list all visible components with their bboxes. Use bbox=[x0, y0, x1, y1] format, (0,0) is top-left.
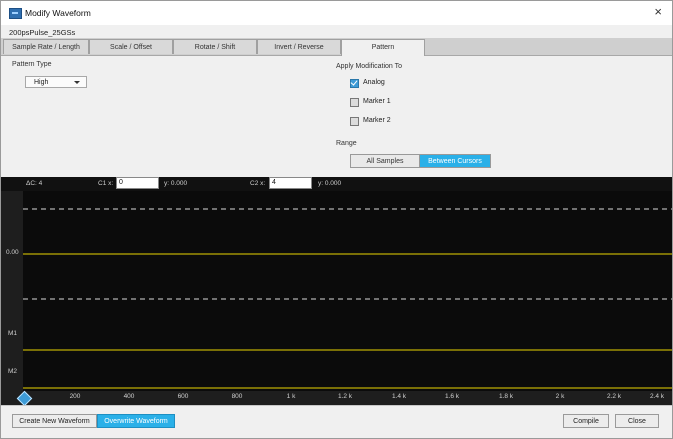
x-tick: 2 k bbox=[555, 393, 565, 400]
pattern-panel: Pattern Type High Apply Modification To … bbox=[1, 56, 672, 176]
cursor-bar: ΔC: 4 C1 x: 0 y: 0.000 C2 x: 4 y: 0.000 bbox=[1, 177, 672, 191]
cursor2-x-label: C2 x: bbox=[250, 180, 266, 187]
y-label-marker2: M2 bbox=[8, 368, 18, 375]
cursor2-x-input[interactable]: 4 bbox=[269, 177, 312, 189]
create-new-waveform-button[interactable]: Create New Waveform bbox=[12, 414, 97, 428]
footer-bar: Create New Waveform Overwrite Waveform C… bbox=[1, 405, 672, 438]
pattern-type-dropdown[interactable]: High bbox=[25, 76, 87, 88]
tab-pattern[interactable]: Pattern bbox=[341, 39, 425, 56]
marker2-checkbox[interactable] bbox=[350, 117, 359, 126]
modify-waveform-window: Modify Waveform × 200psPulse_25GSs Sampl… bbox=[0, 0, 673, 439]
analog-checkbox[interactable] bbox=[350, 79, 359, 88]
waveform-name: 200psPulse_25GSs bbox=[9, 28, 76, 37]
range-all-samples-button[interactable]: All Samples bbox=[350, 154, 420, 168]
tab-rotate-shift[interactable]: Rotate / Shift bbox=[173, 39, 257, 54]
x-tick: 2.2 k bbox=[606, 393, 622, 400]
title-bar: Modify Waveform × bbox=[1, 1, 672, 25]
chevron-down-icon bbox=[74, 81, 80, 84]
x-axis: 200 400 600 800 1 k 1.2 k 1.4 k 1.6 k 1.… bbox=[1, 390, 672, 407]
close-button[interactable]: Close bbox=[615, 414, 659, 428]
app-icon bbox=[9, 8, 22, 19]
tab-invert-reverse[interactable]: Invert / Reverse bbox=[257, 39, 341, 54]
y-label-marker1: M1 bbox=[8, 330, 18, 337]
marker1-label: Marker 1 bbox=[363, 98, 391, 105]
x-tick: 800 bbox=[231, 393, 243, 400]
waveform-plot: ΔC: 4 C1 x: 0 y: 0.000 C2 x: 4 y: 0.000 … bbox=[1, 177, 672, 407]
cursor1-x-label: C1 x: bbox=[98, 180, 114, 187]
marker2-label: Marker 2 bbox=[363, 117, 391, 124]
x-tick: 600 bbox=[177, 393, 189, 400]
tab-bar: Sample Rate / Length Scale / Offset Rota… bbox=[1, 38, 672, 56]
pattern-type-value: High bbox=[34, 79, 49, 86]
compile-button[interactable]: Compile bbox=[563, 414, 609, 428]
window-title: Modify Waveform bbox=[25, 8, 91, 18]
x-tick: 1.4 k bbox=[391, 393, 407, 400]
y-axis: 0.00 M1 M2 bbox=[1, 191, 23, 391]
overwrite-waveform-button[interactable]: Overwrite Waveform bbox=[97, 414, 175, 428]
x-tick: 1.6 k bbox=[444, 393, 460, 400]
analog-label: Analog bbox=[363, 79, 385, 86]
marker1-checkbox[interactable] bbox=[350, 98, 359, 107]
graph-canvas[interactable] bbox=[23, 191, 672, 391]
x-tick: 1 k bbox=[286, 393, 296, 400]
cursor2-y-value: y: 0.000 bbox=[318, 180, 342, 187]
apply-modification-label: Apply Modification To bbox=[336, 63, 403, 70]
cursor1-y-value: y: 0.000 bbox=[164, 180, 188, 187]
y-label-zero: 0.00 bbox=[6, 249, 19, 256]
close-icon[interactable]: × bbox=[654, 5, 662, 18]
tab-sample-rate-length[interactable]: Sample Rate / Length bbox=[3, 39, 89, 54]
x-tick: 200 bbox=[69, 393, 81, 400]
pattern-type-label: Pattern Type bbox=[12, 61, 52, 68]
x-tick: 400 bbox=[123, 393, 135, 400]
cursor-delta: ΔC: 4 bbox=[26, 180, 43, 187]
cursor1-x-input[interactable]: 0 bbox=[116, 177, 159, 189]
range-label: Range bbox=[336, 140, 357, 147]
cursor-handle-icon[interactable] bbox=[16, 390, 33, 407]
x-tick: 1.2 k bbox=[337, 393, 353, 400]
x-tick: 1.8 k bbox=[498, 393, 514, 400]
tab-scale-offset[interactable]: Scale / Offset bbox=[89, 39, 173, 54]
graph-svg bbox=[23, 208, 672, 389]
x-tick: 2.4 k bbox=[649, 393, 665, 400]
range-between-cursors-button[interactable]: Between Cursors bbox=[419, 154, 491, 168]
